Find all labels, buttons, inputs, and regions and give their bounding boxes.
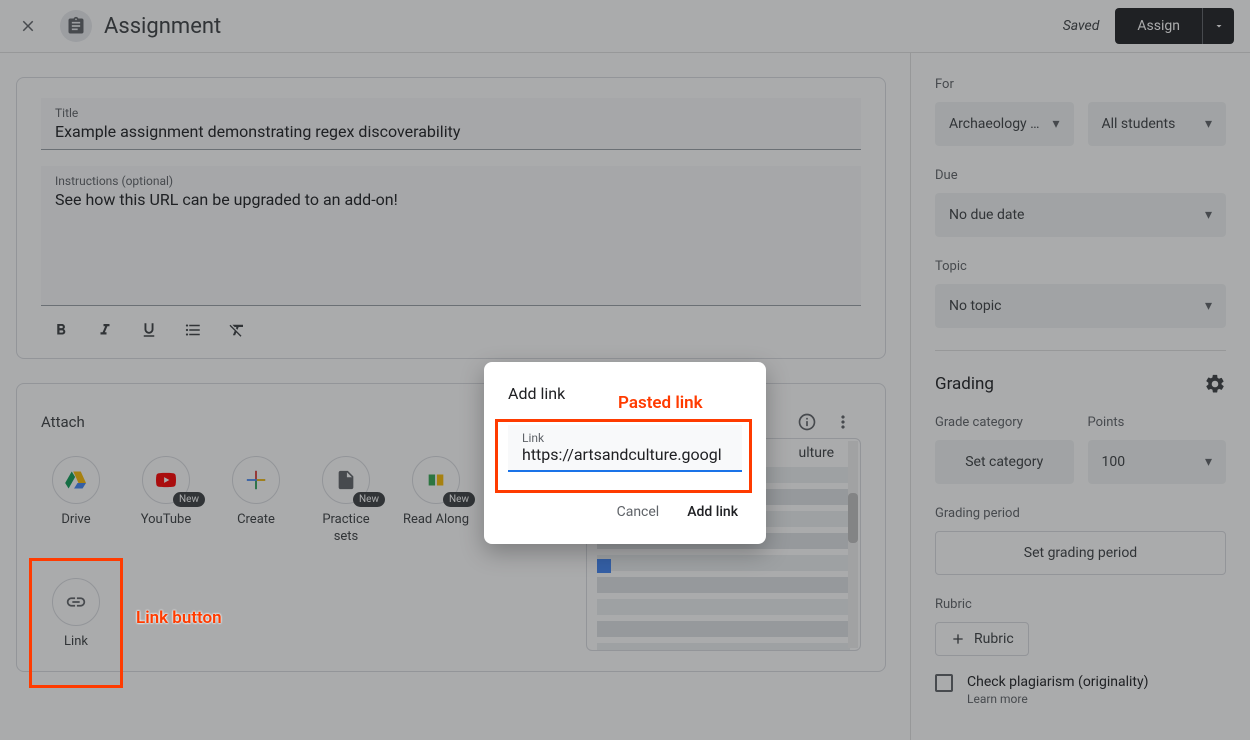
add-link-dialog: Add link Link Cancel Add link — [484, 362, 766, 544]
link-field-label: Link — [522, 431, 742, 445]
cancel-button[interactable]: Cancel — [613, 498, 664, 526]
link-input-wrapper[interactable]: Link — [508, 425, 742, 472]
add-link-button[interactable]: Add link — [683, 498, 742, 526]
dialog-title: Add link — [508, 384, 742, 403]
link-input[interactable] — [522, 445, 742, 464]
